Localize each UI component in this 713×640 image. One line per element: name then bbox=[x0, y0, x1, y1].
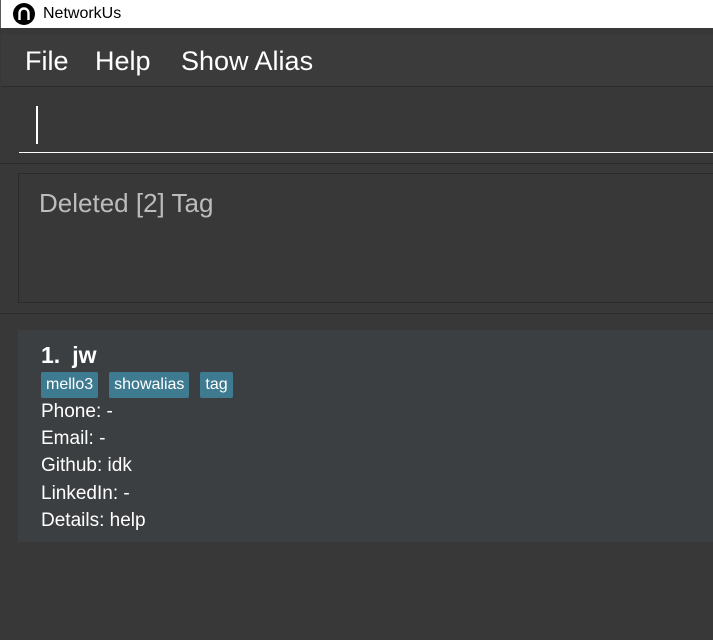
phone-field: Phone: - bbox=[41, 401, 113, 422]
menu-file[interactable]: File bbox=[25, 45, 69, 77]
menu-help[interactable]: Help bbox=[95, 45, 151, 77]
command-box bbox=[1, 88, 713, 163]
person-name: 1. jw bbox=[41, 342, 96, 368]
result-message: Deleted [2] Tag bbox=[39, 188, 214, 218]
github-field: Github: idk bbox=[41, 455, 132, 476]
tag-label: showalias bbox=[109, 372, 190, 398]
tag-list: mello3 showalias tag bbox=[41, 372, 233, 398]
details-field: Details: help bbox=[41, 510, 146, 531]
linkedin-field: LinkedIn: - bbox=[41, 483, 130, 504]
tag-label: tag bbox=[200, 372, 233, 398]
person-name-text: jw bbox=[72, 342, 97, 368]
person-index: 1. bbox=[41, 342, 61, 368]
window-title: NetworkUs bbox=[43, 5, 122, 22]
menu-show-alias[interactable]: Show Alias bbox=[181, 45, 313, 77]
command-input[interactable] bbox=[19, 98, 713, 153]
menu-bar: File Help Show Alias bbox=[1, 35, 713, 87]
title-bar: NetworkUs bbox=[0, 0, 713, 28]
divider bbox=[0, 313, 713, 314]
result-display: Deleted [2] Tag bbox=[18, 173, 713, 303]
app-logo-icon bbox=[13, 3, 35, 25]
person-card[interactable]: 1. jw mello3 showalias tag Phone: - Email… bbox=[18, 330, 713, 542]
text-caret bbox=[36, 106, 38, 144]
tag-label: mello3 bbox=[41, 372, 99, 398]
divider bbox=[0, 163, 713, 164]
email-field: Email: - bbox=[41, 428, 106, 449]
